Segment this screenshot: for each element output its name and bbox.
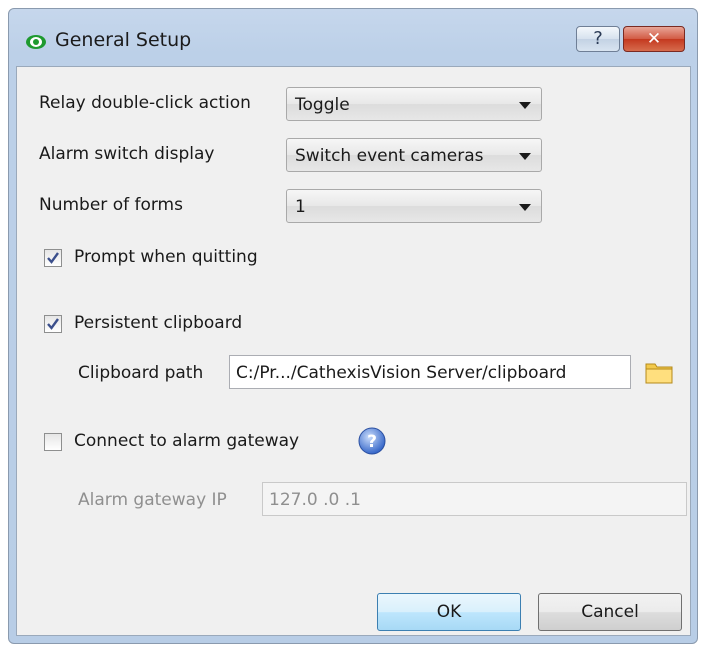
- persistent-clipboard-checkbox[interactable]: [44, 315, 62, 333]
- alarm-switch-select[interactable]: Switch event cameras: [286, 138, 542, 172]
- forms-count-label: Number of forms: [39, 195, 183, 215]
- prompt-quit-label: Prompt when quitting: [74, 247, 258, 267]
- gateway-ip-value: 127.0 .0 .1: [269, 490, 361, 510]
- checkmark-icon: [47, 252, 59, 264]
- forms-count-value: 1: [295, 197, 306, 217]
- checkmark-icon: [47, 318, 59, 330]
- dialog-content: Relay double-click action Toggle Alarm s…: [16, 66, 691, 636]
- alarm-switch-label: Alarm switch display: [39, 144, 215, 164]
- clipboard-path-label: Clipboard path: [78, 363, 204, 383]
- folder-icon[interactable]: [645, 360, 673, 384]
- title-help-button[interactable]: ?: [576, 26, 620, 52]
- relay-action-select[interactable]: Toggle: [286, 87, 542, 121]
- relay-action-value: Toggle: [295, 95, 350, 115]
- cancel-button[interactable]: Cancel: [538, 593, 682, 631]
- clipboard-path-value: C:/Pr.../CathexisVision Server/clipboard: [236, 363, 567, 383]
- title-bar[interactable]: General Setup ? ✕: [9, 9, 697, 57]
- close-icon: ✕: [646, 29, 662, 49]
- eye-icon: [25, 31, 47, 53]
- dialog-title: General Setup: [55, 29, 192, 51]
- gateway-ip-label: Alarm gateway IP: [78, 490, 227, 510]
- clipboard-path-field[interactable]: C:/Pr.../CathexisVision Server/clipboard: [229, 355, 631, 389]
- prompt-quit-checkbox[interactable]: [44, 249, 62, 267]
- alarm-gateway-label: Connect to alarm gateway: [74, 431, 300, 451]
- persistent-clipboard-label: Persistent clipboard: [74, 313, 243, 333]
- chevron-down-icon: [519, 204, 531, 211]
- chevron-down-icon: [519, 153, 531, 160]
- help-circle-icon[interactable]: ?: [357, 426, 387, 456]
- close-button[interactable]: ✕: [623, 26, 685, 52]
- general-setup-dialog: General Setup ? ✕ Relay double-click act…: [8, 8, 698, 644]
- gateway-ip-field[interactable]: 127.0 .0 .1: [262, 482, 687, 516]
- chevron-down-icon: [519, 102, 531, 109]
- alarm-switch-value: Switch event cameras: [295, 146, 484, 166]
- svg-text:?: ?: [367, 432, 377, 452]
- forms-count-select[interactable]: 1: [286, 189, 542, 223]
- alarm-gateway-checkbox[interactable]: [44, 433, 62, 451]
- ok-button[interactable]: OK: [377, 593, 521, 631]
- question-icon: ?: [593, 28, 603, 49]
- relay-action-label: Relay double-click action: [39, 93, 251, 113]
